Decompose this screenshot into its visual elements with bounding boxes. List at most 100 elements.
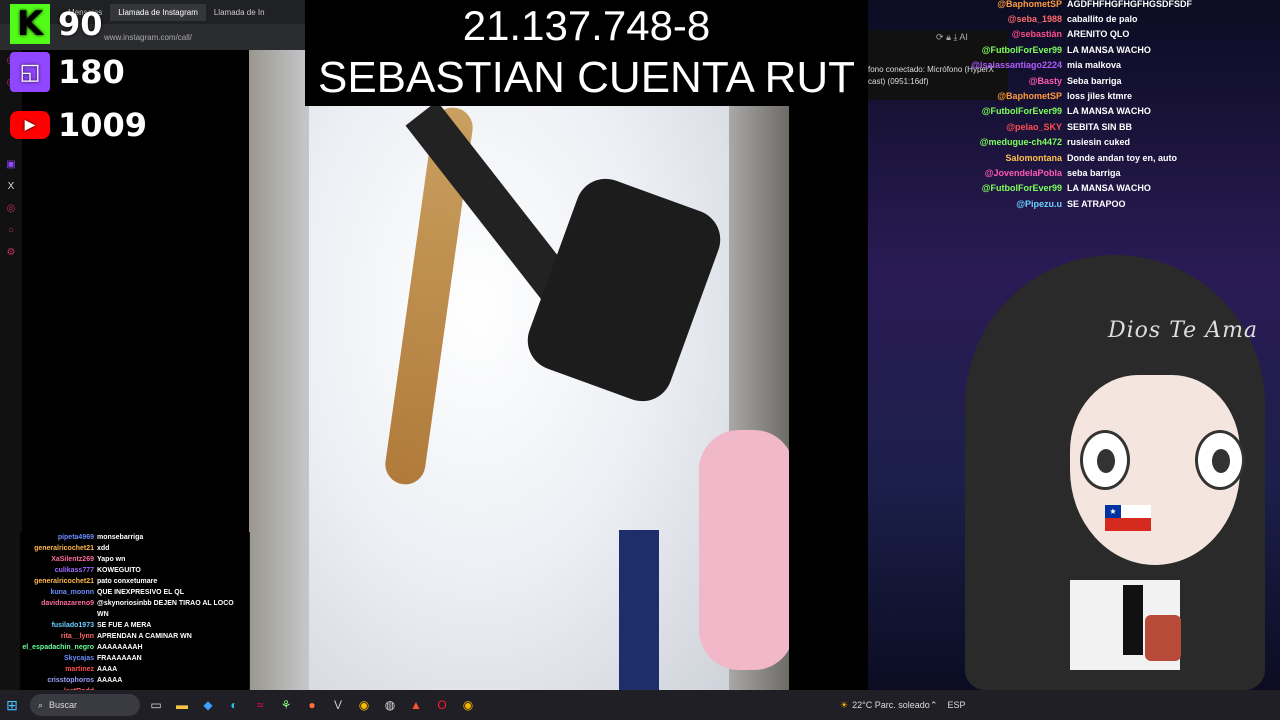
- chat-username[interactable]: fusilado1973: [20, 620, 97, 631]
- chat-message: crisstophoros AAAAA: [20, 675, 250, 686]
- chat-username[interactable]: @FutbolForEver99: [880, 183, 1067, 193]
- tab-label: Llamada de Instagram: [118, 7, 198, 17]
- chat-message: @Basty Seba barriga: [880, 73, 1280, 88]
- language-indicator[interactable]: ESP: [948, 700, 966, 710]
- x-icon[interactable]: X: [0, 176, 22, 198]
- chat-username[interactable]: XaSilentz269: [20, 554, 97, 565]
- chat-username[interactable]: @sebastián: [880, 29, 1067, 39]
- taskbar-search[interactable]: ⌕ Buscar: [30, 694, 140, 716]
- vegas-icon[interactable]: V: [328, 698, 348, 712]
- chat-username[interactable]: @isaiassantiago2224: [880, 60, 1067, 70]
- kick-viewer-counter: K 90: [10, 4, 103, 44]
- avatar-badge: [1145, 615, 1181, 661]
- chat-text: LA MANSA WACHO: [1067, 106, 1151, 117]
- tab-llamada-instagram-2[interactable]: Llamada de In: [206, 4, 273, 21]
- chat-message: @BaphometSP AGDFHFHGFHGFHGSDFSDF: [880, 0, 1280, 11]
- chat-message: davidnazareno9 @skynoriosinbb DEJEN TIRAO…: [20, 598, 250, 620]
- brave-icon[interactable]: ▲: [406, 698, 426, 712]
- chat-username[interactable]: @Basty: [880, 76, 1067, 86]
- chat-username[interactable]: el_espadachin_negro: [20, 642, 97, 653]
- twitch-viewer-counter: ◱ 180: [10, 52, 125, 92]
- windows-taskbar: ⊞ ⌕ Buscar ▭ ▬ ◆ ◐ ≈ ⚘ ● V ◉ ◍ ▲ O ◉ ☀ 2…: [0, 690, 1280, 720]
- chat-message: fusilado1973 SE FUE A MERA: [20, 620, 250, 631]
- chat-text: pato conxetumare: [97, 578, 158, 585]
- chat-text: rusiesin cuked: [1067, 137, 1131, 148]
- chat-text: SE ATRAPOO: [1067, 198, 1126, 209]
- chat-text: LA MANSA WACHO: [1067, 183, 1151, 194]
- chat-text: AAAA: [97, 666, 118, 673]
- chat-message: @FutbolForEver99 LA MANSA WACHO: [880, 181, 1280, 196]
- twitch-icon[interactable]: ▣: [0, 154, 22, 176]
- caption-title: SEBASTIAN CUENTA RUT: [317, 53, 856, 102]
- chat-text: SEBITA SIN BB: [1067, 121, 1133, 132]
- chat-message: @pelao_SKY SEBITA SIN BB: [880, 119, 1280, 134]
- youtube-viewer-count: 1009: [58, 106, 148, 144]
- file-explorer-icon[interactable]: ▬: [172, 698, 192, 712]
- chat-username[interactable]: @BaphometSP: [880, 0, 1067, 9]
- task-view-icon[interactable]: ▭: [146, 698, 166, 712]
- chat-username[interactable]: generalricochet21: [20, 576, 97, 587]
- opera-icon[interactable]: O: [432, 698, 452, 712]
- dios-te-ama-text: Dios Te Ama: [1108, 318, 1259, 343]
- chrome-icon[interactable]: ◉: [354, 698, 374, 712]
- chat-username[interactable]: @JovendelaPobla: [880, 168, 1067, 178]
- chat-message: kuna_moonn QUE INEXPRESIVO EL QL: [20, 587, 250, 598]
- twitch-logo-icon: ◱: [10, 52, 50, 92]
- chat-username[interactable]: @Pipezu.u: [880, 199, 1067, 209]
- chat-username[interactable]: rita__lynn: [20, 631, 97, 642]
- chat-text: xdd: [97, 545, 110, 552]
- app-icon[interactable]: ⚘: [276, 698, 296, 712]
- right-chat-overlay: @BaphometSP AGDFHFHGFHGFHGSDFSDF @seba_198…: [880, 0, 1280, 211]
- chat-username[interactable]: @seba_1988: [880, 14, 1067, 24]
- chat-message: @sebastián ARENITO QLO: [880, 27, 1280, 42]
- chat-username[interactable]: @medugue-ch4472: [880, 137, 1067, 147]
- chat-username[interactable]: kuna_moonn: [20, 587, 97, 598]
- firefox-icon[interactable]: ●: [302, 698, 322, 712]
- weather-widget[interactable]: ☀ 22°C Parc. soleado: [840, 690, 930, 720]
- app-icon[interactable]: ≈: [250, 698, 270, 712]
- kick-glyph: K: [16, 4, 44, 44]
- caption-rut-number: 21.137.748-8: [462, 2, 711, 49]
- chat-username[interactable]: Skycajas: [20, 653, 97, 664]
- search-icon: ⌕: [38, 699, 44, 710]
- chat-message: @Pipezu.u SE ATRAPOO: [880, 196, 1280, 211]
- chrome-canary-icon[interactable]: ◉: [458, 698, 478, 712]
- chat-username[interactable]: culikass777: [20, 565, 97, 576]
- chat-username[interactable]: Salomontana: [880, 153, 1067, 163]
- chat-message: @seba_1988 caballito de palo: [880, 11, 1280, 26]
- chat-text: seba barriga: [1067, 167, 1121, 178]
- chat-text: @skynoriosinbb DEJEN TIRAO AL LOCO WN: [97, 600, 234, 618]
- avatar-right-eye: [1195, 430, 1245, 490]
- chevron-up-icon[interactable]: ⌃: [930, 700, 938, 711]
- windows-start-icon[interactable]: ⊞: [0, 697, 24, 714]
- chat-username[interactable]: martinez: [20, 664, 97, 675]
- chat-text: Yapo wn: [97, 556, 126, 563]
- chat-username[interactable]: davidnazareno9: [20, 598, 97, 620]
- chat-text: AGDFHFHGFHGFHGSDFSDF: [1067, 0, 1192, 9]
- whatsapp-icon[interactable]: ○: [0, 220, 22, 242]
- chat-username[interactable]: @FutbolForEver99: [880, 45, 1067, 55]
- chat-username[interactable]: @FutbolForEver99: [880, 106, 1067, 116]
- chat-username[interactable]: crisstophoros: [20, 675, 97, 686]
- instagram-icon[interactable]: ◎: [0, 198, 22, 220]
- chat-message: @FutbolForEver99 LA MANSA WACHO: [880, 104, 1280, 119]
- chat-text: LA MANSA WACHO: [1067, 44, 1151, 55]
- video-pink-plush: [699, 430, 789, 670]
- chat-text: SE FUE A MERA: [97, 622, 152, 629]
- vscode-icon[interactable]: ◆: [198, 698, 218, 712]
- chat-message: el_espadachin_negro AAAAAAAAH: [20, 642, 250, 653]
- settings-icon[interactable]: ⚙: [0, 242, 22, 264]
- edge-icon[interactable]: ◐: [224, 698, 244, 712]
- chat-message: @medugue-ch4472 rusiesin cuked: [880, 135, 1280, 150]
- chat-text: KOWEGUITO: [97, 567, 141, 574]
- chat-text: ARENITO QLO: [1067, 29, 1130, 40]
- search-placeholder: Buscar: [49, 700, 78, 710]
- chat-username[interactable]: generalricochet21: [20, 543, 97, 554]
- chat-username[interactable]: @BaphometSP: [880, 91, 1067, 101]
- chat-message: culikass777 KOWEGUITO: [20, 565, 250, 576]
- tab-llamada-instagram[interactable]: Llamada de Instagram: [110, 3, 206, 21]
- chat-username[interactable]: @pelao_SKY: [880, 122, 1067, 132]
- chat-message: XaSilentz269 Yapo wn: [20, 554, 250, 565]
- obs-icon[interactable]: ◍: [380, 698, 400, 712]
- chat-username[interactable]: pipeta4969: [20, 532, 97, 543]
